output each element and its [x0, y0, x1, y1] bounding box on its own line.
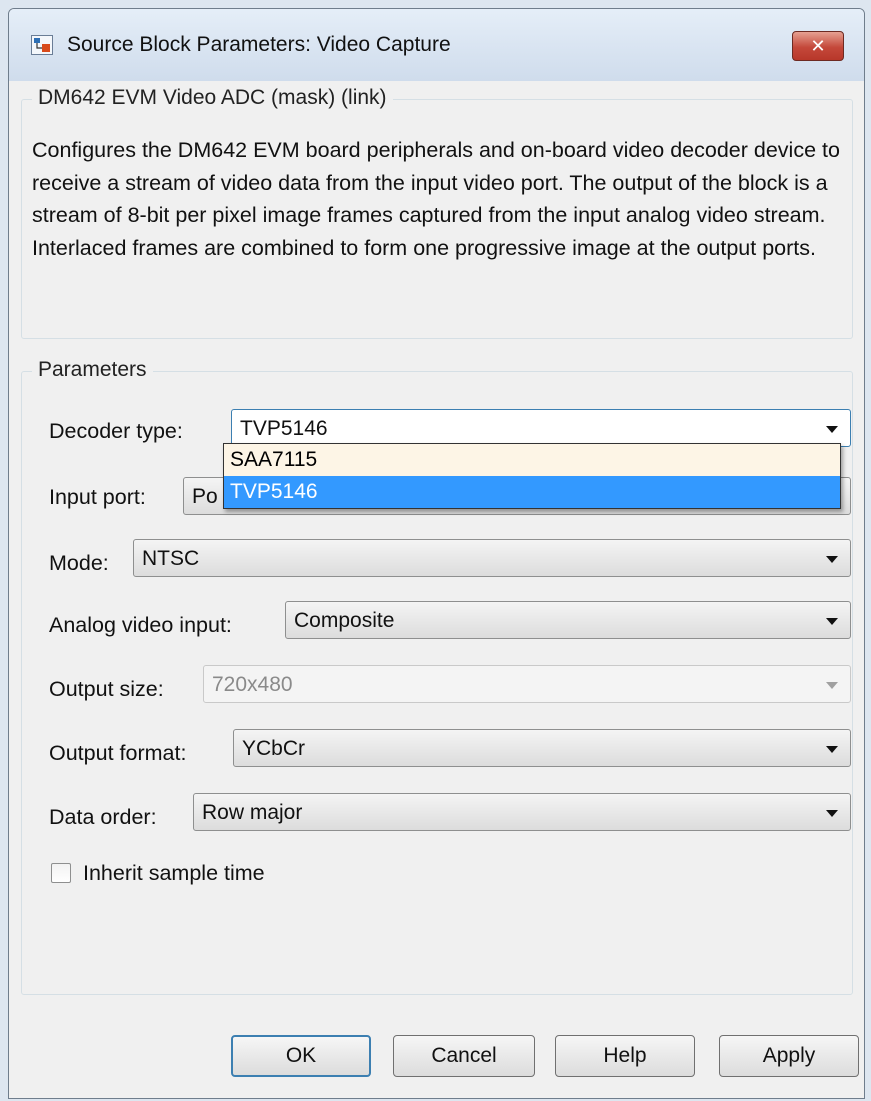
decoder-type-select[interactable]: TVP5146 — [231, 409, 851, 447]
ok-button[interactable]: OK — [231, 1035, 371, 1077]
analog-video-input-value: Composite — [294, 609, 395, 632]
description-group-legend: DM642 EVM Video ADC (mask) (link) — [32, 86, 393, 110]
dialog-window: Source Block Parameters: Video Capture ✕… — [8, 8, 865, 1099]
parameters-group-legend: Parameters — [32, 358, 153, 382]
output-size-label: Output size: — [49, 677, 164, 701]
input-port-value: Po — [192, 485, 218, 508]
data-order-select[interactable]: Row major — [193, 793, 851, 831]
output-size-value: 720x480 — [212, 673, 293, 696]
analog-video-input-label: Analog video input: — [49, 613, 232, 637]
chevron-down-icon — [826, 556, 838, 563]
decoder-type-dropdown-list: SAA7115 TVP5146 — [223, 443, 841, 509]
output-size-select: 720x480 — [203, 665, 851, 703]
chevron-down-icon — [826, 426, 838, 433]
inherit-sample-time-checkbox[interactable] — [51, 863, 71, 883]
mode-value: NTSC — [142, 547, 200, 570]
close-icon: ✕ — [810, 35, 826, 56]
chevron-down-icon — [826, 618, 838, 625]
chevron-down-icon — [826, 810, 838, 817]
close-button[interactable]: ✕ — [792, 31, 844, 61]
dropdown-option-tvp5146[interactable]: TVP5146 — [224, 476, 840, 508]
decoder-type-label: Decoder type: — [49, 419, 183, 443]
window-title: Source Block Parameters: Video Capture — [67, 33, 451, 56]
description-group: DM642 EVM Video ADC (mask) (link) Config… — [21, 86, 853, 339]
input-port-label: Input port: — [49, 485, 146, 509]
mode-label: Mode: — [49, 551, 109, 575]
mode-select[interactable]: NTSC — [133, 539, 851, 577]
decoder-type-value: TVP5146 — [240, 417, 328, 440]
chevron-down-icon — [826, 746, 838, 753]
output-format-value: YCbCr — [242, 737, 306, 760]
block-description: Configures the DM642 EVM board periphera… — [32, 138, 840, 260]
title-bar[interactable]: Source Block Parameters: Video Capture ✕ — [9, 9, 864, 81]
inherit-sample-time-label[interactable]: Inherit sample time — [83, 861, 265, 886]
simulink-block-icon — [31, 35, 53, 55]
dropdown-option-saa7115[interactable]: SAA7115 — [224, 444, 840, 476]
help-button[interactable]: Help — [555, 1035, 695, 1077]
data-order-label: Data order: — [49, 805, 157, 829]
output-format-select[interactable]: YCbCr — [233, 729, 851, 767]
dialog-content: DM642 EVM Video ADC (mask) (link) Config… — [19, 81, 854, 1098]
data-order-value: Row major — [202, 801, 303, 824]
chevron-down-icon — [826, 682, 838, 689]
output-format-label: Output format: — [49, 741, 187, 765]
apply-button[interactable]: Apply — [719, 1035, 859, 1077]
analog-video-input-select[interactable]: Composite — [285, 601, 851, 639]
cancel-button[interactable]: Cancel — [393, 1035, 535, 1077]
